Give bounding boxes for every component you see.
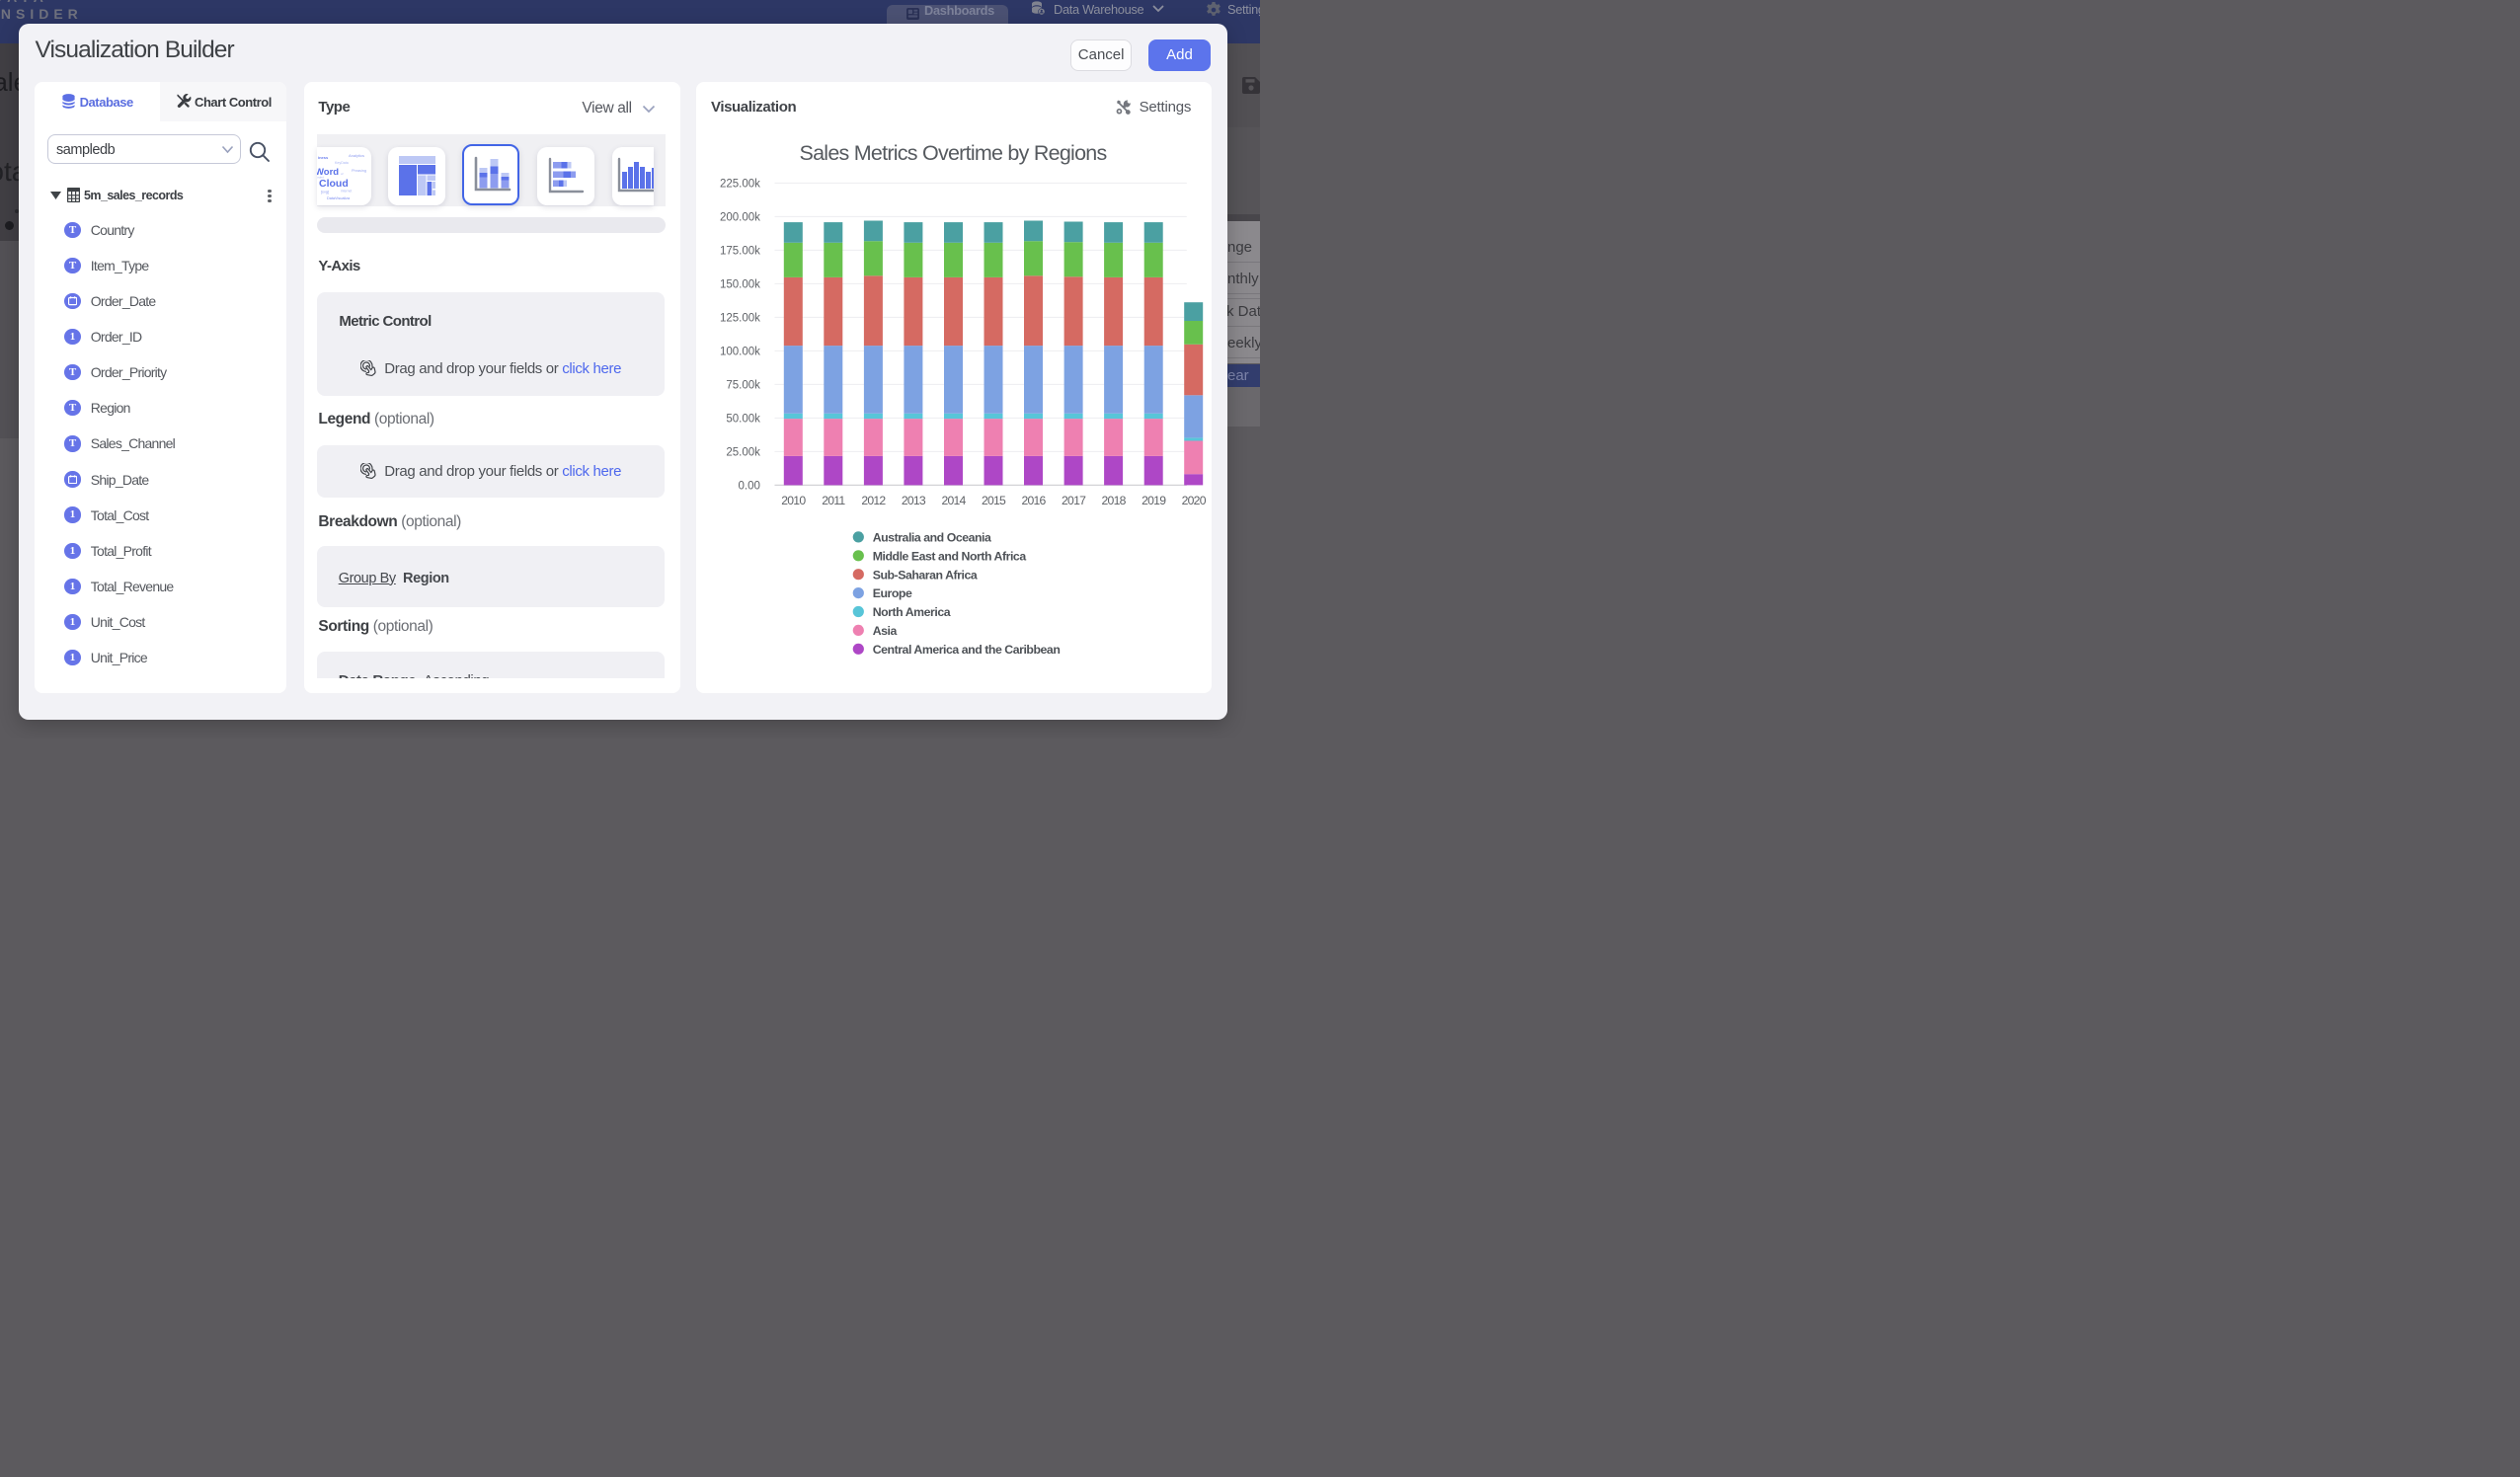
svg-text:125.00k: 125.00k — [720, 313, 760, 325]
svg-text:2019: 2019 — [1142, 494, 1166, 507]
svg-text:iness: iness — [318, 155, 329, 160]
svg-text:2014: 2014 — [941, 494, 966, 507]
svg-text:2016: 2016 — [1021, 494, 1046, 507]
svg-text:North America: North America — [873, 605, 951, 619]
svg-text:50.00k: 50.00k — [726, 414, 760, 426]
svg-text:Phrasing: Phrasing — [352, 169, 366, 173]
svg-text:Australia and Oceania: Australia and Oceania — [873, 531, 991, 545]
svg-text:[svg]: [svg] — [321, 191, 329, 194]
svg-text:2015: 2015 — [982, 494, 1006, 507]
svg-text:2017: 2017 — [1062, 494, 1086, 507]
svg-text:2010: 2010 — [781, 494, 806, 507]
svg-text:Cloud: Cloud — [319, 178, 349, 190]
svg-text:2013: 2013 — [902, 494, 926, 507]
svg-text:Sub-Saharan Africa: Sub-Saharan Africa — [873, 568, 978, 582]
svg-text:225.00k: 225.00k — [720, 179, 760, 191]
svg-text:100.00k: 100.00k — [720, 347, 760, 358]
svg-text:KeyData: KeyData — [335, 161, 349, 165]
svg-text:200.00k: 200.00k — [720, 212, 760, 224]
svg-text:DataVisualiza: DataVisualiza — [327, 196, 351, 200]
svg-text:75.00k: 75.00k — [726, 380, 760, 392]
svg-text:Europe: Europe — [873, 586, 912, 600]
svg-text:Middle East and North Africa: Middle East and North Africa — [873, 549, 1027, 563]
svg-text:150.00k: 150.00k — [720, 279, 760, 291]
svg-text:Sales Metrics Overtime by Regi: Sales Metrics Overtime by Regions — [800, 141, 1107, 165]
svg-text:2011: 2011 — [822, 494, 845, 507]
svg-text:internet: internet — [341, 190, 352, 194]
svg-text:2020: 2020 — [1182, 494, 1207, 507]
svg-text:2012: 2012 — [861, 494, 886, 507]
svg-text:of: of — [341, 172, 344, 176]
svg-text:0.00: 0.00 — [739, 481, 760, 493]
svg-text:25.00k: 25.00k — [726, 447, 760, 459]
svg-text:Analytics: Analytics — [349, 153, 364, 158]
svg-text:2018: 2018 — [1102, 494, 1127, 507]
svg-text:Central America and the Caribb: Central America and the Caribbean — [873, 643, 1061, 657]
svg-text:Asia: Asia — [873, 624, 898, 638]
svg-text:175.00k: 175.00k — [720, 246, 760, 258]
